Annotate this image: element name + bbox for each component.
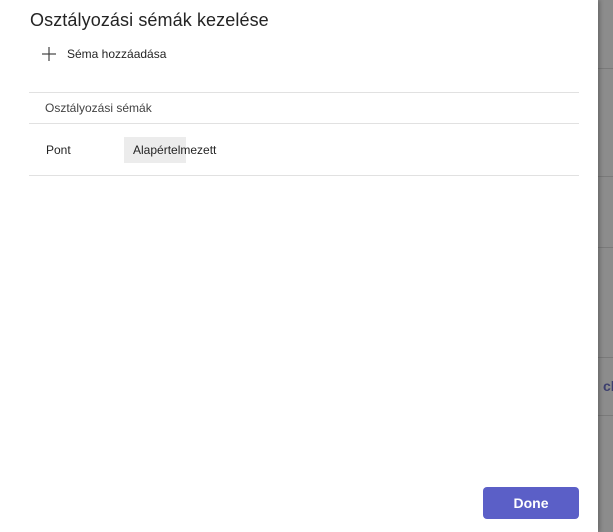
background-divider [598, 247, 613, 248]
default-badge: Alapértelmezett [124, 136, 216, 163]
table-header: Osztályozási sémák [29, 93, 579, 123]
background-divider [598, 357, 613, 358]
background-divider [598, 176, 613, 177]
manage-grading-schemes-dialog: Osztályozási sémák kezelése Séma hozzáad… [0, 0, 598, 532]
table-divider [29, 175, 579, 176]
add-scheme-button[interactable]: Séma hozzáadása [40, 45, 166, 63]
plus-icon [40, 45, 58, 63]
add-scheme-label: Séma hozzáadása [67, 47, 167, 61]
background-divider [598, 415, 613, 416]
background-divider [598, 68, 613, 69]
grading-schemes-table: Osztályozási sémák Pont Alapértelmezett [29, 92, 579, 176]
column-header-schemes: Osztályozási sémák [45, 101, 152, 115]
done-button[interactable]: Done [483, 487, 579, 519]
scheme-name: Pont [46, 142, 71, 157]
table-row[interactable]: Pont Alapértelmezett [29, 124, 579, 175]
background-partial-text: ch [603, 378, 613, 394]
dialog-title: Osztályozási sémák kezelése [30, 10, 269, 30]
